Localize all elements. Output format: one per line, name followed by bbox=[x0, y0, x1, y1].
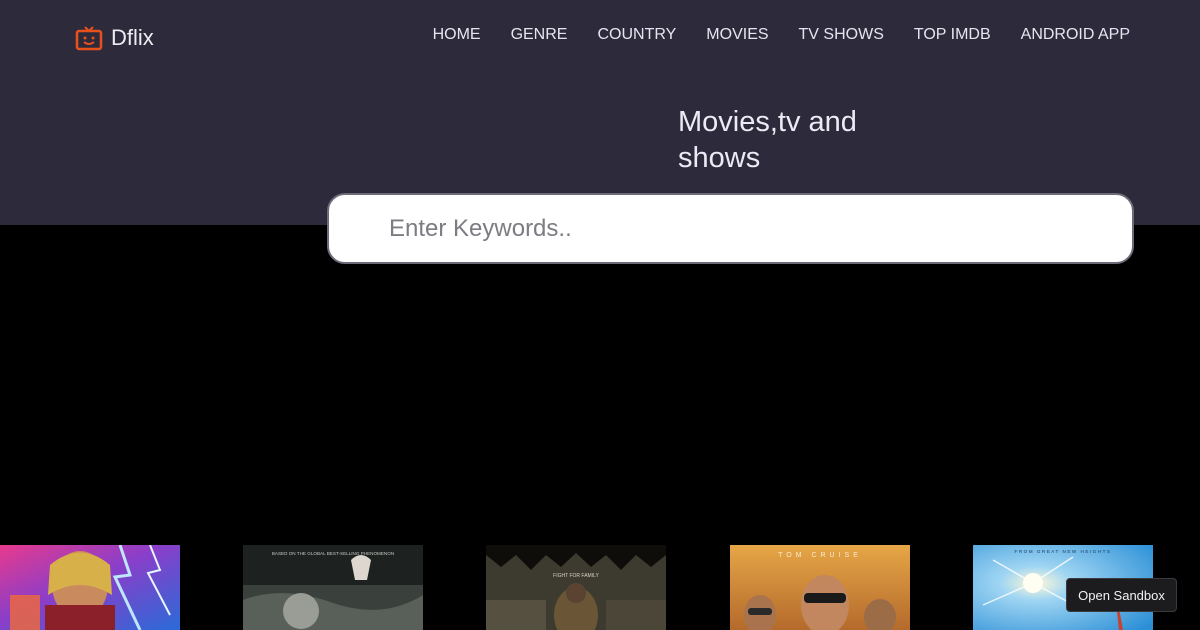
main-nav: HOME GENRE COUNTRY MOVIES TV SHOWS TOP I… bbox=[418, 26, 1130, 44]
nav-tv-shows[interactable]: TV SHOWS bbox=[784, 26, 899, 44]
brand-name: Dflix bbox=[111, 25, 154, 50]
poster-image: FIGHT FOR FAMILY bbox=[486, 545, 666, 630]
nav-movies[interactable]: MOVIES bbox=[691, 26, 783, 44]
nav-home[interactable]: HOME bbox=[418, 26, 496, 44]
poster-caption: FIGHT FOR FAMILY bbox=[553, 573, 599, 579]
search-input[interactable] bbox=[389, 195, 1109, 262]
tv-smile-icon bbox=[75, 26, 103, 51]
nav-country[interactable]: COUNTRY bbox=[582, 26, 691, 44]
poster-image: TOM CRUISE bbox=[730, 545, 910, 630]
site-header: Dflix HOME GENRE COUNTRY MOVIES TV SHOWS… bbox=[0, 0, 1200, 225]
search-box bbox=[327, 193, 1134, 264]
poster-image: BASED ON THE GLOBAL BEST-SELLING PHENOME… bbox=[243, 545, 423, 630]
poster-row: BASED ON THE GLOBAL BEST-SELLING PHENOME… bbox=[0, 545, 1200, 630]
poster-card[interactable]: BASED ON THE GLOBAL BEST-SELLING PHENOME… bbox=[243, 545, 423, 630]
poster-caption: FROM GREAT NEW HEIGHTS bbox=[1015, 549, 1112, 554]
nav-android-app[interactable]: ANDROID APP bbox=[1006, 26, 1130, 44]
poster-caption: BASED ON THE GLOBAL BEST-SELLING PHENOME… bbox=[272, 551, 394, 556]
open-sandbox-button[interactable]: Open Sandbox bbox=[1066, 578, 1177, 612]
poster-card[interactable]: FIGHT FOR FAMILY bbox=[486, 545, 666, 630]
brand-logo[interactable]: Dflix bbox=[75, 25, 154, 51]
poster-card[interactable]: TOM CRUISE bbox=[730, 545, 910, 630]
poster-image bbox=[0, 545, 180, 630]
nav-top-imdb[interactable]: TOP IMDB bbox=[899, 26, 1006, 44]
nav-genre[interactable]: GENRE bbox=[496, 26, 583, 44]
poster-card[interactable] bbox=[0, 545, 180, 630]
hero-tagline: Movies,tv and shows bbox=[678, 106, 857, 174]
poster-caption: TOM CRUISE bbox=[778, 552, 862, 559]
